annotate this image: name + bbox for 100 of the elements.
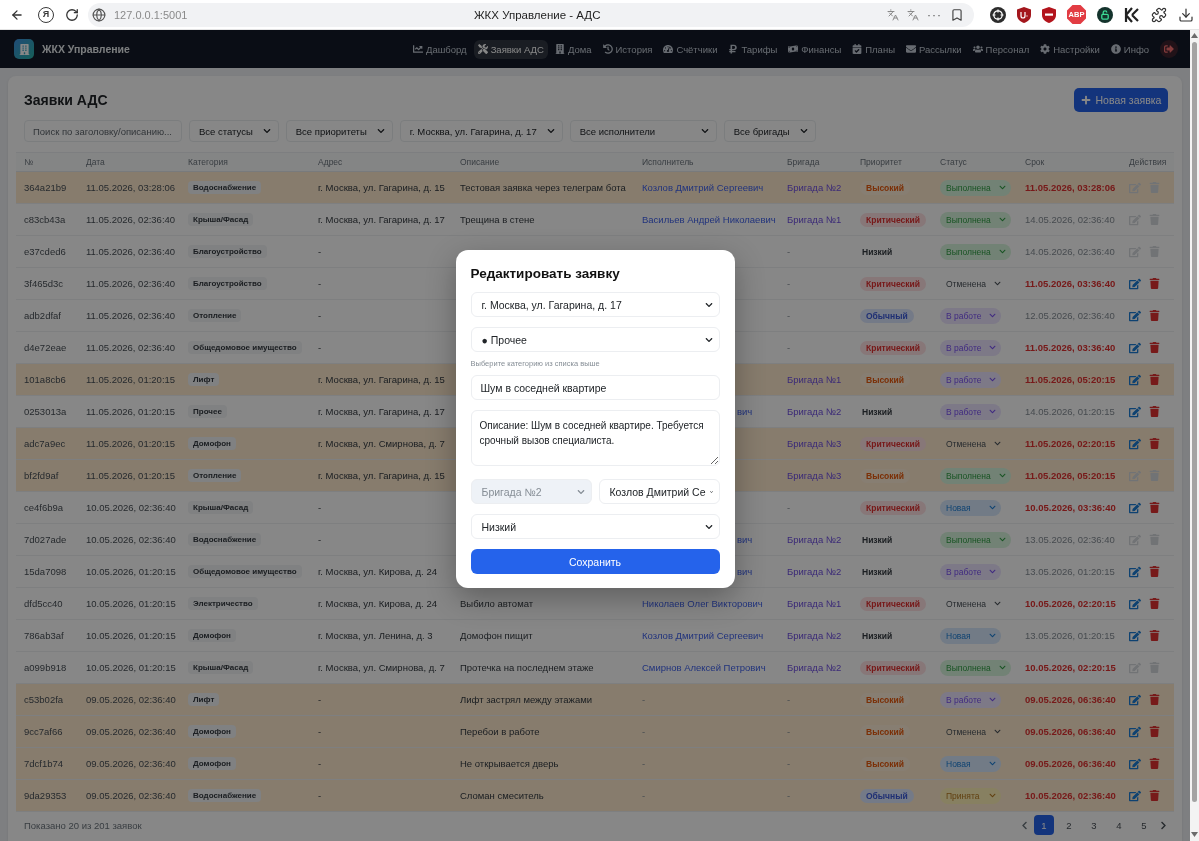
more-button[interactable]: ··· — [927, 8, 942, 21]
status-select[interactable]: Выполнена — [940, 531, 1011, 548]
address-bar[interactable]: 127.0.0.1:5001 ЖКХ Управление - АДС ··· — [88, 2, 974, 27]
status-select[interactable]: Отменена — [940, 275, 1006, 292]
edit-icon[interactable] — [1129, 405, 1141, 418]
nav-item[interactable]: Планы — [848, 39, 899, 59]
brigade-link[interactable]: Бригада №1 — [787, 374, 842, 385]
brigade-link[interactable]: Бригада №3 — [787, 470, 842, 481]
search-field[interactable]: Поиск по заголовку/описанию... — [24, 120, 182, 142]
delete-icon[interactable] — [1149, 758, 1160, 769]
nav-item[interactable]: Финансы — [784, 39, 846, 59]
scrollbar[interactable] — [1190, 30, 1199, 841]
brigade-link[interactable]: Бригада №2 — [787, 566, 842, 577]
download-icon[interactable] — [1178, 6, 1194, 23]
chevrons-icon[interactable] — [1124, 6, 1140, 23]
nav-item[interactable]: Настройки — [1036, 39, 1104, 59]
filter-select[interactable]: Все бригады — [723, 120, 816, 142]
new-request-button[interactable]: Новая заявка — [1074, 88, 1168, 112]
executor-link[interactable]: вич — [737, 534, 753, 545]
nav-item[interactable]: Дома — [550, 39, 596, 59]
delete-icon[interactable] — [1149, 438, 1160, 449]
edit-icon[interactable] — [1129, 757, 1141, 770]
url-text[interactable]: 127.0.0.1:5001 — [114, 8, 188, 21]
status-select[interactable]: Принята — [940, 787, 1001, 804]
executor-link[interactable]: Васильев Андрей Николаевич — [642, 214, 776, 225]
status-select[interactable]: В работе — [940, 691, 1002, 708]
brigade-link[interactable]: Бригада №3 — [787, 438, 842, 449]
brigade-link[interactable]: Бригада №2 — [787, 534, 842, 545]
brigade-link[interactable]: Бригада №2 — [787, 406, 842, 417]
brigade-link[interactable]: Бригада №2 — [787, 182, 842, 193]
status-select[interactable]: В работе — [940, 307, 1002, 324]
nav-item[interactable]: Счётчики — [659, 39, 722, 59]
status-select[interactable]: Выполнена — [940, 211, 1011, 228]
chevron-left-icon[interactable] — [1020, 820, 1029, 830]
status-select[interactable]: В работе — [940, 403, 1002, 420]
status-select[interactable]: Выполнена — [940, 179, 1011, 196]
edit-icon[interactable] — [1129, 597, 1141, 610]
page-button[interactable]: 5 — [1134, 815, 1154, 835]
shield-icon[interactable] — [1017, 6, 1031, 23]
status-select[interactable]: Отменена — [940, 723, 1006, 740]
status-select[interactable]: В работе — [940, 339, 1002, 356]
edit-icon[interactable] — [1129, 501, 1141, 514]
subject-input[interactable]: Шум в соседней квартире — [470, 375, 720, 400]
edit-icon[interactable] — [1129, 629, 1141, 642]
edit-icon[interactable] — [1129, 373, 1141, 386]
page-button[interactable]: 3 — [1084, 815, 1104, 835]
nav-item[interactable]: Тарифы — [724, 39, 782, 59]
delete-icon[interactable] — [1149, 278, 1160, 289]
caret-down-icon[interactable] — [1191, 832, 1198, 837]
address-select[interactable]: г. Москва, ул. Гагарина, д. 17 — [470, 292, 720, 317]
executor-link[interactable]: Смирнов Алексей Петрович — [642, 662, 766, 673]
delete-icon[interactable] — [1149, 694, 1160, 705]
edit-icon[interactable] — [1129, 309, 1141, 322]
translate-icon[interactable] — [887, 8, 899, 21]
priority-select[interactable]: Низкий — [470, 514, 720, 539]
page-button[interactable]: 2 — [1059, 815, 1079, 835]
shield-minus-icon[interactable] — [1042, 6, 1056, 23]
delete-icon[interactable] — [1149, 598, 1160, 609]
status-select[interactable]: В работе — [940, 563, 1002, 580]
nav-item[interactable]: Дашборд — [408, 39, 471, 59]
executor-link[interactable]: вич — [737, 566, 753, 577]
brigade-link[interactable]: Бригада №2 — [787, 662, 842, 673]
category-select[interactable]: ● Прочее — [470, 327, 720, 352]
reload-icon[interactable] — [65, 7, 79, 22]
translate-icon[interactable] — [907, 8, 919, 21]
edit-icon[interactable] — [1129, 341, 1141, 354]
delete-icon[interactable] — [1149, 566, 1160, 577]
edit-icon[interactable] — [1129, 725, 1141, 738]
executor-select[interactable]: Козлов Дмитрий Се — [598, 479, 720, 504]
status-select[interactable]: Новая — [940, 627, 1001, 644]
aperture-icon[interactable] — [990, 6, 1006, 23]
puzzle-icon[interactable] — [1151, 6, 1167, 23]
delete-icon[interactable] — [1149, 630, 1160, 641]
edit-icon[interactable] — [1129, 277, 1141, 290]
delete-icon[interactable] — [1149, 406, 1160, 417]
filter-select[interactable]: г. Москва, ул. Гагарина, д. 17 — [399, 120, 563, 142]
delete-icon[interactable] — [1149, 342, 1160, 353]
status-select[interactable]: Выполнена — [940, 243, 1011, 260]
brigade-link[interactable]: Бригада №1 — [787, 598, 842, 609]
caret-up-icon[interactable] — [1191, 33, 1198, 38]
scrollbar-thumb[interactable] — [1192, 42, 1197, 802]
status-select[interactable]: Выполнена — [940, 467, 1011, 484]
edit-icon[interactable] — [1129, 437, 1141, 450]
globe-icon[interactable] — [92, 7, 106, 22]
filter-select[interactable]: Все исполнители — [569, 120, 717, 142]
edit-icon[interactable] — [1129, 789, 1141, 802]
status-select[interactable]: Отменена — [940, 435, 1006, 452]
delete-icon[interactable] — [1149, 790, 1160, 801]
nav-item[interactable]: Рассылки — [901, 39, 966, 59]
executor-link[interactable]: Козлов Дмитрий Сергеевич — [642, 630, 764, 641]
nav-item[interactable]: Инфо — [1106, 39, 1153, 59]
edit-icon[interactable] — [1129, 693, 1141, 706]
nav-item[interactable]: Персонал — [968, 39, 1034, 59]
delete-icon[interactable] — [1149, 310, 1160, 321]
back-icon[interactable] — [10, 7, 24, 22]
filter-select[interactable]: Все статусы — [189, 120, 279, 142]
save-button[interactable]: Сохранить — [470, 549, 720, 574]
status-select[interactable]: Новая — [940, 755, 1001, 772]
status-select[interactable]: Отменена — [940, 595, 1006, 612]
bookmark-icon[interactable] — [950, 7, 964, 22]
